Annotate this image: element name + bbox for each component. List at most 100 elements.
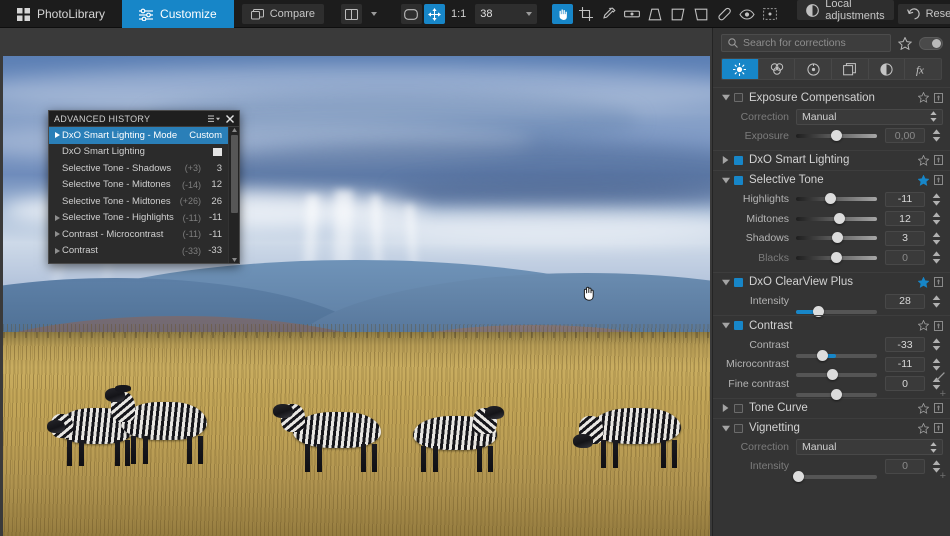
slider-value-field[interactable]: -11 (885, 357, 925, 372)
history-row[interactable]: Selective Tone - Midtones(-14)12 (49, 177, 228, 194)
tab-detail[interactable] (795, 59, 832, 79)
favorite-star-icon[interactable] (918, 423, 929, 434)
history-row[interactable]: Selective Tone - Highlights(-11)-11 (49, 210, 228, 227)
favorite-star-icon[interactable] (918, 155, 929, 166)
history-menu-icon[interactable] (208, 115, 220, 123)
hand-tool-button[interactable] (552, 4, 573, 24)
slider-track[interactable] (796, 197, 877, 201)
slider-stepper-icon[interactable] (930, 337, 943, 353)
perspective-tool-button[interactable] (644, 4, 665, 24)
slider-track[interactable] (796, 393, 877, 397)
section-header-vignetting[interactable]: Vignetting (713, 419, 950, 438)
history-row[interactable]: Selective Tone - Midtones(+26)26 (49, 193, 228, 210)
slider-value-field[interactable]: 0 (885, 459, 925, 474)
slider-value-field[interactable]: 3 (885, 231, 925, 246)
section-header-dxo-clearview-plus[interactable]: DxO ClearView Plus (713, 273, 950, 292)
reset-section-icon[interactable] (934, 403, 943, 413)
correction-mode-select[interactable]: Manual (796, 439, 943, 455)
history-scroll-thumb[interactable] (231, 135, 238, 213)
section-enable-checkbox[interactable] (734, 278, 743, 287)
section-header-tone-curve[interactable]: Tone Curve (713, 399, 950, 418)
panel-toggle-switch[interactable] (919, 37, 943, 50)
expand-triangle-icon[interactable] (53, 231, 62, 237)
collapse-triangle-icon[interactable] (722, 322, 733, 329)
slider-stepper-icon[interactable] (930, 356, 943, 372)
slider-handle[interactable] (831, 252, 842, 263)
add-correction-icon[interactable]: + (940, 470, 946, 482)
slider-value-field[interactable]: 0,00 (885, 128, 925, 143)
close-icon[interactable] (226, 115, 234, 123)
slider-track[interactable] (796, 134, 877, 138)
favorites-filter-button[interactable] (896, 34, 914, 52)
view-layout-button[interactable] (341, 4, 362, 24)
slider-value-field[interactable]: 0 (885, 250, 925, 265)
tab-light[interactable] (722, 59, 759, 79)
section-enable-checkbox[interactable] (734, 424, 743, 433)
favorite-star-icon[interactable] (918, 277, 929, 288)
add-correction-icon[interactable]: + (940, 388, 946, 400)
reset-section-icon[interactable] (934, 175, 943, 185)
expand-triangle-icon[interactable] (722, 404, 733, 412)
volume-deformation-tool-button[interactable] (690, 4, 711, 24)
slider-track[interactable] (796, 217, 877, 221)
history-scrollbar[interactable] (228, 127, 239, 263)
slider-stepper-icon[interactable] (930, 250, 943, 266)
collapse-triangle-icon[interactable] (722, 425, 733, 432)
advanced-history-panel[interactable]: ADVANCED HISTORY DxO Smart Lighting - Mo… (48, 110, 240, 264)
favorite-star-icon[interactable] (918, 175, 929, 186)
tab-effects[interactable]: fx (905, 59, 941, 79)
correction-mode-select[interactable]: Manual (796, 109, 943, 125)
expand-triangle-icon[interactable] (722, 156, 733, 164)
zoom-level-select[interactable]: 38 (475, 4, 537, 24)
reset-section-icon[interactable] (934, 423, 943, 433)
view-layout-dropdown[interactable] (364, 4, 385, 24)
slider-handle[interactable] (825, 193, 836, 204)
expand-triangle-icon[interactable] (53, 215, 62, 221)
favorite-star-icon[interactable] (918, 320, 929, 331)
local-adjust-brush-icon[interactable] (936, 372, 945, 381)
section-header-contrast[interactable]: Contrast (713, 316, 950, 335)
scroll-up-icon[interactable] (232, 128, 237, 132)
history-list[interactable]: DxO Smart Lighting - ModeCustomDxO Smart… (49, 127, 228, 263)
slider-value-field[interactable]: 28 (885, 294, 925, 309)
tab-local[interactable] (869, 59, 906, 79)
slider-stepper-icon[interactable] (930, 293, 943, 309)
favorite-star-icon[interactable] (918, 92, 929, 103)
slider-track[interactable] (796, 236, 877, 240)
fit-to-screen-button[interactable] (401, 4, 422, 24)
slider-stepper-icon[interactable] (930, 230, 943, 246)
slider-track[interactable] (796, 373, 877, 377)
slider-handle[interactable] (831, 130, 842, 141)
tab-geometry[interactable] (832, 59, 869, 79)
reset-button[interactable]: Reset (898, 4, 950, 24)
tab-customize[interactable]: Customize (122, 0, 234, 28)
dust-removal-tool-button[interactable] (759, 4, 780, 24)
reset-section-icon[interactable] (934, 155, 943, 165)
scroll-down-icon[interactable] (232, 258, 237, 262)
keystone-tool-button[interactable] (667, 4, 688, 24)
section-enable-checkbox[interactable] (734, 321, 743, 330)
slider-stepper-icon[interactable] (930, 191, 943, 207)
collapse-triangle-icon[interactable] (722, 279, 733, 286)
slider-stepper-icon[interactable] (930, 128, 943, 144)
crop-tool-button[interactable] (575, 4, 596, 24)
slider-track[interactable] (796, 256, 877, 260)
red-eye-tool-button[interactable] (736, 4, 757, 24)
section-enable-checkbox[interactable] (734, 93, 743, 102)
search-input[interactable]: Search for corrections (721, 34, 891, 52)
reset-section-icon[interactable] (934, 277, 943, 287)
slider-stepper-icon[interactable] (930, 211, 943, 227)
compare-button[interactable]: Compare (242, 4, 324, 24)
slider-value-field[interactable]: 12 (885, 211, 925, 226)
slider-value-field[interactable]: 0 (885, 376, 925, 391)
expand-triangle-icon[interactable] (53, 132, 62, 138)
repair-tool-button[interactable] (713, 4, 734, 24)
slider-handle[interactable] (817, 350, 828, 361)
history-row[interactable]: Contrast(-33)-33 (49, 243, 228, 260)
expand-triangle-icon[interactable] (53, 248, 62, 254)
slider-track[interactable] (796, 354, 877, 358)
favorite-star-icon[interactable] (918, 403, 929, 414)
local-adjustments-button[interactable]: Local adjustments (797, 0, 893, 20)
zoom-100-button[interactable] (424, 4, 445, 24)
image-canvas[interactable]: ADVANCED HISTORY DxO Smart Lighting - Mo… (0, 28, 710, 536)
